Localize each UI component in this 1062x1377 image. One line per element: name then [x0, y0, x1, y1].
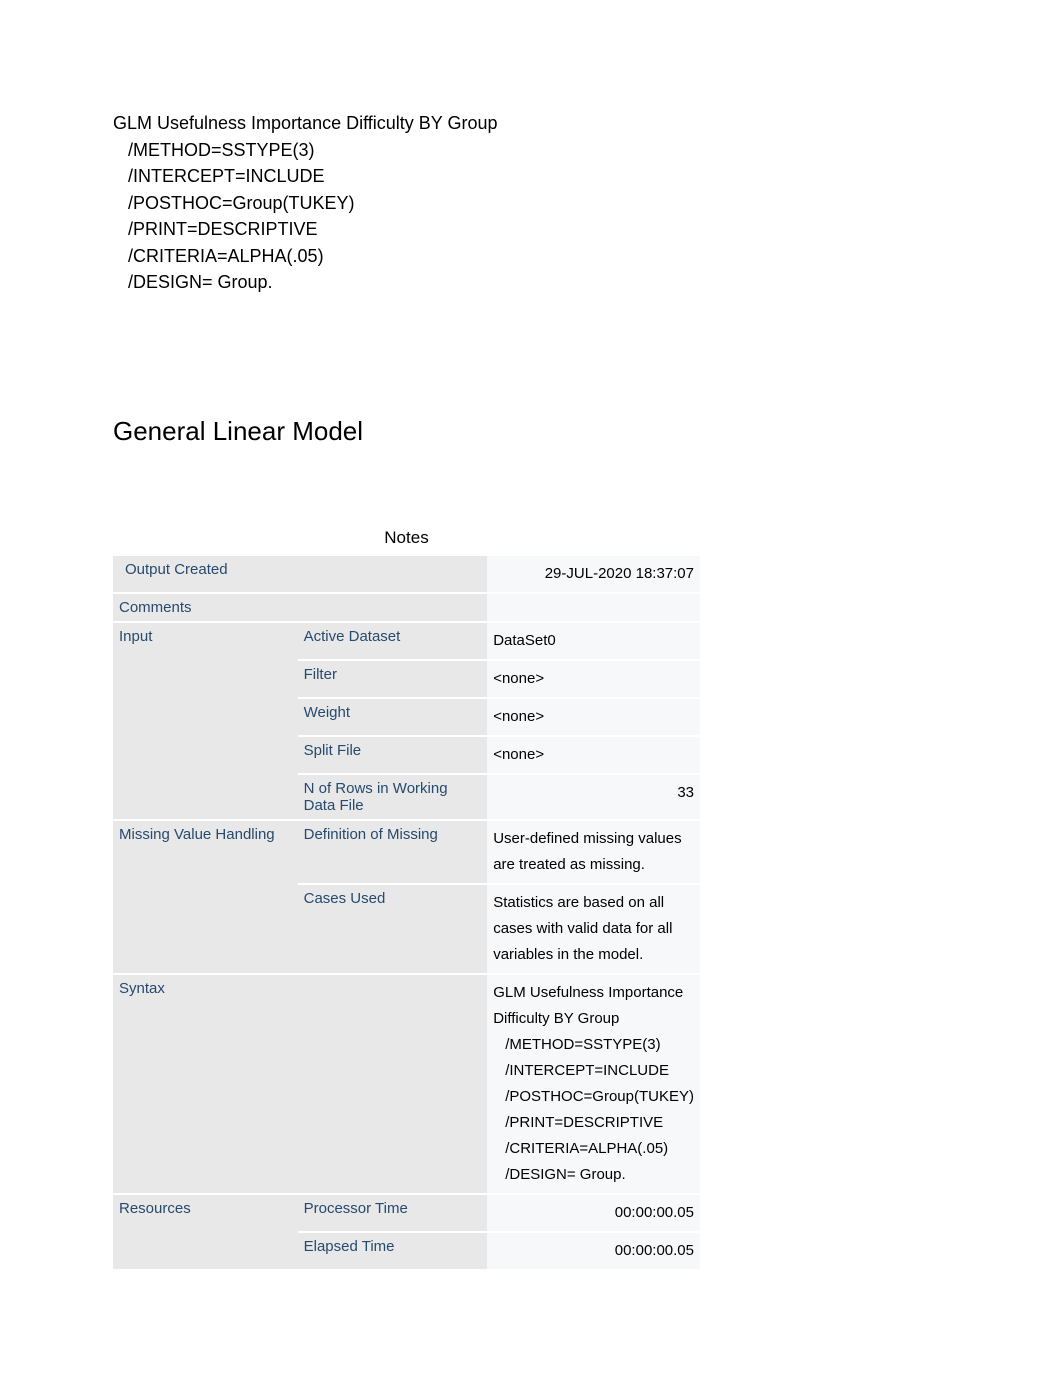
label-processor-time: Processor Time [298, 1194, 488, 1232]
label-elapsed-time: Elapsed Time [298, 1232, 488, 1270]
value-processor-time: 00:00:00.05 [487, 1194, 700, 1232]
value-weight: <none> [487, 698, 700, 736]
value-output-created: 29-JUL-2020 18:37:07 [487, 556, 700, 593]
label-weight: Weight [298, 698, 488, 736]
row-comments: Comments [113, 593, 700, 622]
value-split-file: <none> [487, 736, 700, 774]
row-missing-definition: Missing Value Handling Definition of Mis… [113, 820, 700, 884]
value-cases-used: Statistics are based on all cases with v… [487, 884, 700, 974]
value-active-dataset: DataSet0 [487, 622, 700, 660]
value-comments [487, 593, 700, 622]
value-syntax: GLM Usefulness Importance Difficulty BY … [487, 974, 700, 1194]
value-filter: <none> [487, 660, 700, 698]
label-input: Input [113, 622, 298, 820]
notes-table-wrap: Notes Output Created 29-JUL-2020 18:37:0… [113, 522, 700, 1271]
label-cases-used: Cases Used [298, 884, 488, 974]
syntax-command-block: GLM Usefulness Importance Difficulty BY … [113, 110, 949, 296]
row-resources-processor: Resources Processor Time 00:00:00.05 [113, 1194, 700, 1232]
value-nrows: 33 [487, 774, 700, 820]
label-active-dataset: Active Dataset [298, 622, 488, 660]
value-elapsed-time: 00:00:00.05 [487, 1232, 700, 1270]
row-input-active-dataset: Input Active Dataset DataSet0 [113, 622, 700, 660]
label-nrows: N of Rows in Working Data File [298, 774, 488, 820]
label-comments: Comments [113, 593, 487, 622]
label-filter: Filter [298, 660, 488, 698]
label-resources: Resources [113, 1194, 298, 1270]
value-definition: User-defined missing values are treated … [487, 820, 700, 884]
row-output-created: Output Created 29-JUL-2020 18:37:07 [113, 556, 700, 593]
label-definition: Definition of Missing [298, 820, 488, 884]
label-syntax: Syntax [113, 974, 487, 1194]
section-heading: General Linear Model [113, 416, 949, 447]
label-missing: Missing Value Handling [113, 820, 298, 974]
notes-table: Output Created 29-JUL-2020 18:37:07 Comm… [113, 556, 700, 1271]
notes-title: Notes [113, 522, 700, 556]
row-syntax: Syntax GLM Usefulness Importance Difficu… [113, 974, 700, 1194]
label-split-file: Split File [298, 736, 488, 774]
label-output-created: Output Created [113, 556, 487, 593]
